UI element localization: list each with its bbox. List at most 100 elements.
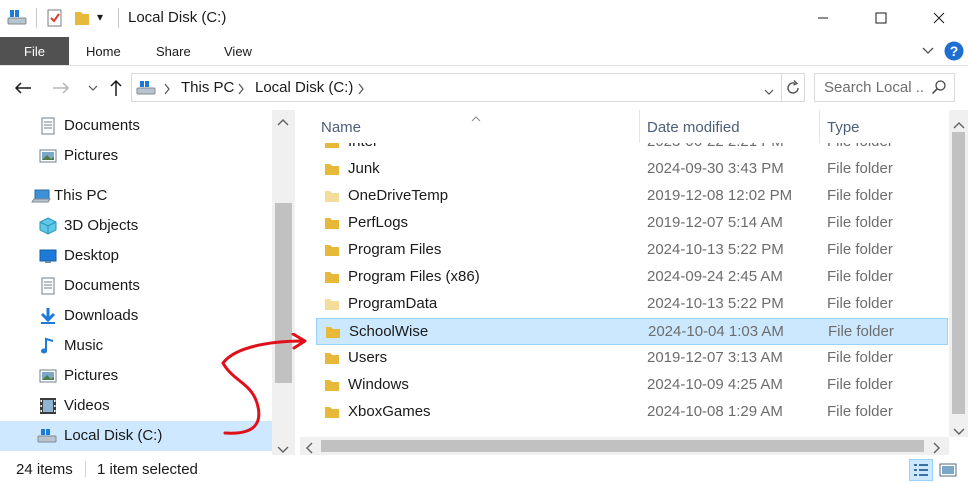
recent-locations-button[interactable] — [83, 78, 103, 98]
videos-icon — [39, 397, 57, 415]
window-title: Local Disk (C:) — [128, 9, 227, 26]
help-icon[interactable]: ? — [944, 41, 964, 65]
file-row[interactable]: Users 2019-12-07 3:13 AM File folder — [316, 345, 948, 372]
item-count: 24 items — [16, 461, 73, 478]
file-row[interactable]: Windows 2024-10-09 4:25 AM File folder — [316, 372, 948, 399]
breadcrumb-this-pc[interactable]: This PC — [181, 79, 234, 96]
nav-item-documents-quick[interactable]: Documents — [0, 111, 272, 141]
folder-icon — [324, 216, 340, 230]
tab-view[interactable]: View — [224, 44, 252, 59]
chevron-right-icon[interactable] — [163, 82, 171, 99]
column-header-name[interactable]: Name — [316, 110, 639, 143]
details-view-icon — [914, 464, 928, 476]
file-date-modified: 2024-09-30 3:43 PM — [647, 160, 784, 177]
file-name: ProgramData — [348, 295, 438, 312]
nav-label: Music — [64, 337, 104, 354]
title-separator — [36, 8, 37, 28]
file-list-horizontal-thumb[interactable] — [321, 440, 924, 452]
red-arrow-annotation — [221, 333, 307, 435]
folder-icon — [324, 243, 340, 257]
file-date-modified: 2019-12-07 3:13 AM — [647, 349, 783, 366]
drive-icon — [136, 79, 156, 101]
minimize-button[interactable] — [794, 0, 852, 36]
file-name: OneDriveTemp — [348, 187, 449, 204]
folder-icon — [324, 162, 340, 176]
chevron-right-icon[interactable] — [237, 82, 245, 99]
file-date-modified: 2024-10-04 1:03 AM — [648, 323, 784, 340]
file-date-modified: 2024-09-24 2:45 AM — [647, 268, 783, 285]
maximize-button[interactable] — [852, 0, 910, 36]
nav-item-pictures-quick[interactable]: Pictures — [0, 141, 272, 171]
svg-text:?: ? — [950, 43, 959, 59]
file-row[interactable]: Junk 2024-09-30 3:43 PM File folder — [316, 156, 948, 183]
nav-label: 3D Objects — [64, 217, 139, 234]
folder-icon — [324, 297, 340, 311]
back-button[interactable] — [13, 78, 33, 98]
address-dropdown-icon[interactable] — [764, 83, 774, 100]
nav-item-downloads[interactable]: Downloads — [0, 301, 272, 331]
file-type: File folder — [827, 295, 893, 312]
column-label: Type — [827, 119, 860, 136]
column-header-date[interactable]: Date modified — [640, 110, 819, 143]
title-bar: ▾ Local Disk (C:) — [0, 0, 968, 36]
large-icons-view-button[interactable] — [936, 459, 960, 481]
file-name: PerfLogs — [348, 214, 409, 231]
file-row[interactable]: PerfLogs 2019-12-07 5:14 AM File folder — [316, 210, 948, 237]
large-icons-view-icon — [939, 463, 957, 477]
properties-icon[interactable] — [46, 8, 64, 32]
new-folder-icon[interactable] — [73, 8, 91, 32]
folder-icon — [324, 405, 340, 419]
folder-icon — [324, 189, 340, 203]
file-name: Program Files — [348, 241, 442, 258]
nav-item-3d-objects[interactable]: 3D Objects — [0, 211, 272, 241]
scroll-up-arrow-icon[interactable] — [277, 113, 289, 130]
search-input[interactable]: Search Local ... — [824, 79, 924, 96]
file-list-vertical-thumb[interactable] — [952, 132, 965, 414]
nav-label: Videos — [64, 397, 110, 414]
scroll-down-arrow-icon[interactable] — [953, 423, 965, 440]
file-row[interactable]: ProgramData 2024-10-13 5:22 PM File folder — [316, 291, 948, 318]
file-date-modified: 2019-12-07 5:14 AM — [647, 214, 783, 231]
folder-icon — [325, 325, 341, 339]
nav-item-this-pc[interactable]: This PC — [0, 181, 272, 211]
desktop-icon — [39, 247, 57, 265]
file-row[interactable]: Program Files (x86) 2024-09-24 2:45 AM Fil… — [316, 264, 948, 291]
close-button[interactable] — [910, 0, 968, 36]
documents-icon — [39, 117, 57, 135]
nav-label: This PC — [54, 187, 108, 204]
status-divider — [85, 461, 86, 477]
tab-file[interactable]: File — [0, 37, 69, 65]
file-row[interactable]: OneDriveTemp 2019-12-08 12:02 PM File fold… — [316, 183, 948, 210]
address-bar[interactable]: This PC Local Disk (C:) — [131, 73, 805, 102]
file-row[interactable]: XboxGames 2024-10-08 1:29 AM File folder — [316, 399, 948, 426]
details-view-button[interactable] — [909, 459, 933, 481]
scroll-up-arrow-icon[interactable] — [953, 116, 965, 133]
tab-home[interactable]: Home — [86, 44, 121, 59]
search-icon[interactable] — [931, 79, 947, 99]
search-box[interactable]: Search Local ... — [814, 73, 955, 102]
refresh-icon[interactable] — [784, 79, 802, 101]
nav-label: Pictures — [64, 367, 119, 384]
explorer-drive-icon[interactable] — [6, 8, 28, 32]
nav-item-desktop[interactable]: Desktop — [0, 241, 272, 271]
file-name: XboxGames — [348, 403, 431, 420]
tab-share[interactable]: Share — [156, 44, 191, 59]
folder-icon — [324, 270, 340, 284]
local-disk-icon — [37, 427, 57, 445]
nav-item-documents[interactable]: Documents — [0, 271, 272, 301]
file-row[interactable]: Program Files 2024-10-13 5:22 PM File fold… — [316, 237, 948, 264]
nav-label: Documents — [64, 277, 140, 294]
quick-access-dropdown-icon[interactable]: ▾ — [97, 10, 103, 24]
pictures-icon — [39, 147, 57, 165]
up-button[interactable] — [106, 78, 126, 98]
file-type: File folder — [827, 241, 893, 258]
file-name: Windows — [348, 376, 409, 393]
column-header-type[interactable]: Type — [820, 110, 949, 143]
chevron-right-icon[interactable] — [357, 82, 365, 99]
address-divider — [781, 74, 782, 101]
nav-label: Documents — [64, 117, 140, 134]
expand-ribbon-icon[interactable] — [921, 44, 935, 61]
file-row[interactable]: SchoolWise 2024-10-04 1:03 AM File folder — [316, 318, 948, 345]
breadcrumb-local-disk[interactable]: Local Disk (C:) — [255, 79, 353, 96]
forward-button[interactable] — [51, 78, 71, 98]
